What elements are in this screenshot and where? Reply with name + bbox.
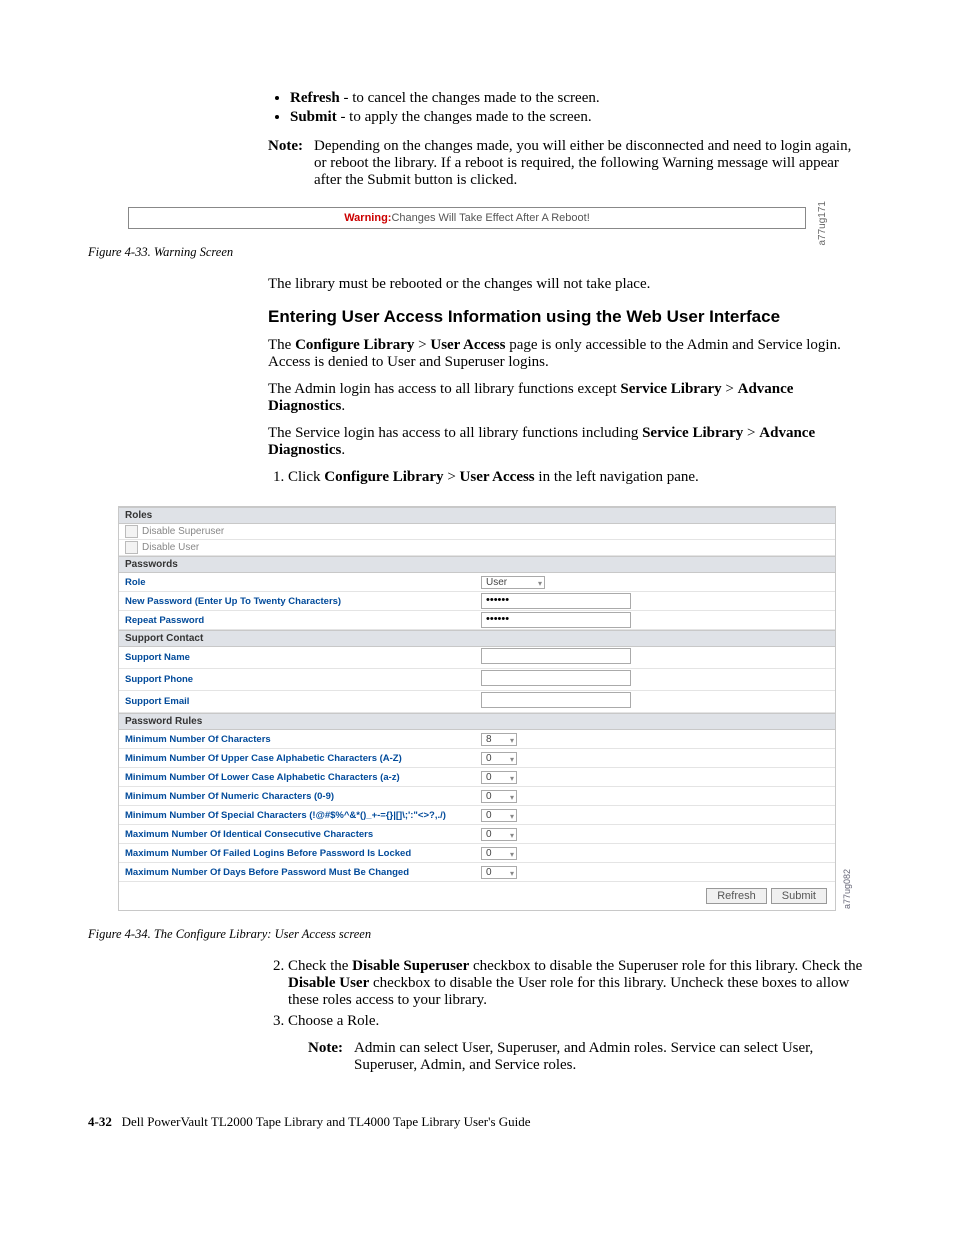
steps-list-2: Check the Disable Superuser checkbox to …	[268, 958, 866, 1074]
chevron-down-icon: ▾	[510, 755, 514, 764]
step-3: Choose a Role. Note: Admin can select Us…	[288, 1013, 866, 1074]
checkbox-disable-superuser[interactable]	[125, 525, 138, 538]
rule-select[interactable]: 0▾	[481, 866, 517, 879]
reboot-paragraph: The library must be rebooted or the chan…	[268, 276, 866, 293]
chevron-down-icon: ▾	[510, 736, 514, 745]
rule-select[interactable]: 0▾	[481, 828, 517, 841]
chevron-down-icon: ▾	[510, 850, 514, 859]
chevron-down-icon: ▾	[510, 793, 514, 802]
chevron-down-icon: ▾	[538, 579, 542, 588]
label-new-password: New Password (Enter Up To Twenty Charact…	[119, 594, 481, 609]
bullet-submit: Submit - to apply the changes made to th…	[290, 109, 866, 126]
rule-row: Minimum Number Of Numeric Characters (0-…	[119, 787, 835, 806]
section-roles: Roles	[119, 507, 835, 524]
label-support-phone: Support Phone	[119, 672, 481, 687]
section-support: Support Contact	[119, 630, 835, 647]
user-access-form: Roles Disable Superuser Disable User Pas…	[118, 506, 836, 911]
rule-label: Minimum Number Of Lower Case Alphabetic …	[119, 770, 481, 785]
rule-select[interactable]: 0▾	[481, 809, 517, 822]
chevron-down-icon: ▾	[510, 812, 514, 821]
figure-4-34-caption: Figure 4-34. The Configure Library: User…	[88, 927, 866, 942]
step-1: Click Configure Library > User Access in…	[288, 469, 866, 486]
rule-select[interactable]: 0▾	[481, 771, 517, 784]
service-access-paragraph: The Service login has access to all libr…	[268, 425, 866, 459]
warning-banner: Warning: Changes Will Take Effect After …	[128, 207, 806, 229]
rule-select[interactable]: 0▾	[481, 847, 517, 860]
steps-list-1: Click Configure Library > User Access in…	[268, 469, 866, 486]
input-support-name[interactable]	[481, 648, 631, 664]
label-support-email: Support Email	[119, 694, 481, 709]
rule-row: Minimum Number Of Lower Case Alphabetic …	[119, 768, 835, 787]
refresh-button[interactable]: Refresh	[706, 888, 767, 904]
rule-row: Maximum Number Of Identical Consecutive …	[119, 825, 835, 844]
label-support-name: Support Name	[119, 650, 481, 665]
section-password-rules: Password Rules	[119, 713, 835, 730]
chevron-down-icon: ▾	[510, 774, 514, 783]
intro-paragraph: The Configure Library > User Access page…	[268, 337, 866, 371]
note-role-select: Note: Admin can select User, Superuser, …	[308, 1040, 866, 1074]
section-heading: Entering User Access Information using t…	[268, 307, 866, 327]
rule-label: Minimum Number Of Special Characters (!@…	[119, 808, 481, 823]
figure-4-33-caption: Figure 4-33. Warning Screen	[88, 245, 866, 260]
rule-row: Minimum Number Of Upper Case Alphabetic …	[119, 749, 835, 768]
rule-label: Minimum Number Of Upper Case Alphabetic …	[119, 751, 481, 766]
checkbox-disable-user[interactable]	[125, 541, 138, 554]
rule-select[interactable]: 8▾	[481, 733, 517, 746]
rule-label: Minimum Number Of Characters	[119, 732, 481, 747]
input-support-phone[interactable]	[481, 670, 631, 686]
bullet-list: Refresh - to cancel the changes made to …	[268, 90, 866, 126]
chevron-down-icon: ▾	[510, 831, 514, 840]
rule-row: Minimum Number Of Characters8▾	[119, 730, 835, 749]
rule-select[interactable]: 0▾	[481, 790, 517, 803]
rule-label: Maximum Number Of Days Before Password M…	[119, 865, 481, 880]
rule-row: Maximum Number Of Days Before Password M…	[119, 863, 835, 882]
section-passwords: Passwords	[119, 556, 835, 573]
rule-select[interactable]: 0▾	[481, 752, 517, 765]
figure-4-33: Warning: Changes Will Take Effect After …	[88, 207, 866, 229]
rule-label: Minimum Number Of Numeric Characters (0-…	[119, 789, 481, 804]
label-role: Role	[119, 575, 481, 590]
admin-access-paragraph: The Admin login has access to all librar…	[268, 381, 866, 415]
step-2: Check the Disable Superuser checkbox to …	[288, 958, 866, 1009]
input-repeat-password[interactable]: ••••••	[481, 612, 631, 628]
input-support-email[interactable]	[481, 692, 631, 708]
rule-label: Maximum Number Of Failed Logins Before P…	[119, 846, 481, 861]
footer-title: Dell PowerVault TL2000 Tape Library and …	[122, 1114, 531, 1129]
rule-row: Maximum Number Of Failed Logins Before P…	[119, 844, 835, 863]
page-footer: 4-32 Dell PowerVault TL2000 Tape Library…	[88, 1114, 866, 1130]
note-reboot-warning: Note: Depending on the changes made, you…	[268, 138, 866, 189]
select-role[interactable]: User▾	[481, 576, 545, 589]
row-disable-superuser: Disable Superuser	[119, 524, 835, 540]
row-disable-user: Disable User	[119, 540, 835, 556]
input-new-password[interactable]: ••••••	[481, 593, 631, 609]
rule-label: Maximum Number Of Identical Consecutive …	[119, 827, 481, 842]
page-number: 4-32	[88, 1114, 112, 1129]
rule-row: Minimum Number Of Special Characters (!@…	[119, 806, 835, 825]
chevron-down-icon: ▾	[510, 869, 514, 878]
figure-code-1: a77ug171	[817, 201, 828, 246]
figure-code-2: a77ug082	[842, 869, 852, 909]
bullet-refresh: Refresh - to cancel the changes made to …	[290, 90, 866, 107]
label-repeat-password: Repeat Password	[119, 613, 481, 628]
submit-button[interactable]: Submit	[771, 888, 827, 904]
